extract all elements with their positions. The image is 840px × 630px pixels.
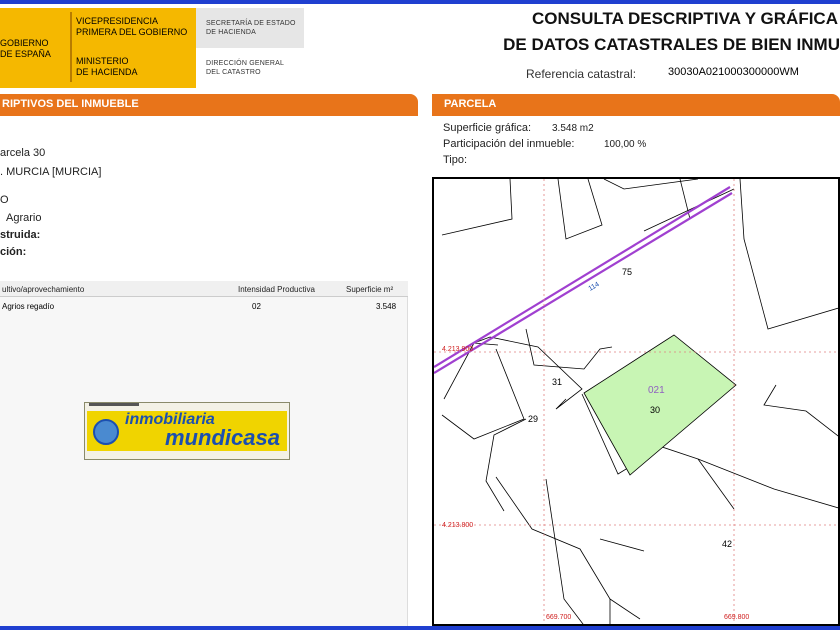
ministerio-line1: MINISTERIO [76, 56, 129, 66]
agency-watermark-logo: inmobiliaria mundicasa [84, 402, 290, 460]
left-section-underline [0, 114, 418, 116]
gov-name-line2: DE ESPAÑA [0, 49, 51, 59]
document-title-line2: DE DATOS CATASTRALES DE BIEN INMU [503, 35, 840, 54]
right-section-underline [432, 114, 840, 116]
col-surface: Superficie m² [346, 285, 394, 294]
coord-x1: 669.700 [546, 614, 571, 621]
class-value: O [0, 194, 9, 206]
catastro-label: DIRECCIÓN GENERAL DEL CATASTRO [206, 59, 284, 77]
built-surface-label: struida: [0, 229, 41, 241]
parcel-number-75: 75 [622, 267, 632, 277]
ministerio-label: MINISTERIO DE HACIENDA [76, 56, 138, 78]
vicepresidencia-line1: VICEPRESIDENCIA [76, 16, 159, 26]
surface-label: Superficie gráfica: [443, 122, 532, 134]
right-section-bar: PARCELA [432, 94, 840, 114]
secretaria-line1: SECRETARÍA DE ESTADO [206, 20, 296, 27]
ministerio-line2: DE HACIENDA [76, 67, 138, 77]
parcel-number-31: 31 [552, 377, 562, 387]
map-svg: 75 31 29 30 42 021 114 4.213.900 4.213.8… [434, 179, 838, 624]
frame-bottom [0, 626, 840, 630]
vicepresidencia-line2: PRIMERA DEL GOBIERNO [76, 27, 188, 37]
document-title-line1: CONSULTA DESCRIPTIVA Y GRÁFICA [531, 9, 838, 28]
address-line1: arcela 30 [0, 147, 46, 159]
cell-intensity: 02 [252, 302, 261, 311]
cell-surface: 3.548 [376, 302, 397, 311]
parcel-number-42: 42 [722, 539, 732, 549]
crops-table-body [0, 297, 408, 626]
use-value: Agrario [6, 212, 42, 224]
road-label: 114 [588, 281, 601, 293]
secretaria-line2: DE HACIENDA [206, 29, 257, 36]
reference-label: Referencia catastral: [526, 67, 637, 81]
roof-icon [89, 403, 139, 411]
parcel-number-30: 30 [650, 405, 660, 415]
logo-divider [70, 12, 72, 82]
coord-y1: 4.213.900 [442, 346, 473, 353]
parcel-number-29: 29 [528, 414, 538, 424]
road [434, 186, 733, 374]
surface-value: 3.548 m2 [552, 123, 594, 134]
polygon-label: 021 [648, 385, 665, 396]
frame-top [0, 0, 840, 4]
construction-year-label: ción: [0, 246, 27, 258]
type-label: Tipo: [443, 154, 468, 166]
coord-x2: 669.800 [724, 614, 749, 621]
coord-y2: 4.213.800 [442, 522, 473, 529]
globe-icon [93, 419, 119, 445]
col-intensity: Intensidad Productiva [238, 285, 315, 294]
logo-word2: mundicasa [165, 425, 280, 450]
gov-name-line1: GOBIERNO [0, 38, 49, 48]
cadastral-map[interactable]: 75 31 29 30 42 021 114 4.213.900 4.213.8… [432, 177, 840, 626]
participation-value: 100,00 % [604, 139, 647, 150]
catastro-line2: DEL CATASTRO [206, 69, 261, 76]
left-section-bar: RIPTIVOS DEL INMUEBLE [0, 94, 418, 114]
secretaria-label: SECRETARÍA DE ESTADO DE HACIENDA [206, 19, 296, 37]
vicepresidencia-label: VICEPRESIDENCIA PRIMERA DEL GOBIERNO [76, 16, 187, 38]
cell-crop: Agrios regadío [2, 302, 55, 311]
address-line2: . MURCIA [MURCIA] [0, 166, 102, 178]
reference-value: 30030A021000300000WM [668, 66, 799, 78]
catastro-line1: DIRECCIÓN GENERAL [206, 60, 285, 67]
col-crop: ultivo/aprovechamiento [2, 285, 85, 294]
gov-name: GOBIERNO DE ESPAÑA [0, 38, 51, 60]
participation-label: Participación del inmueble: [443, 138, 575, 150]
